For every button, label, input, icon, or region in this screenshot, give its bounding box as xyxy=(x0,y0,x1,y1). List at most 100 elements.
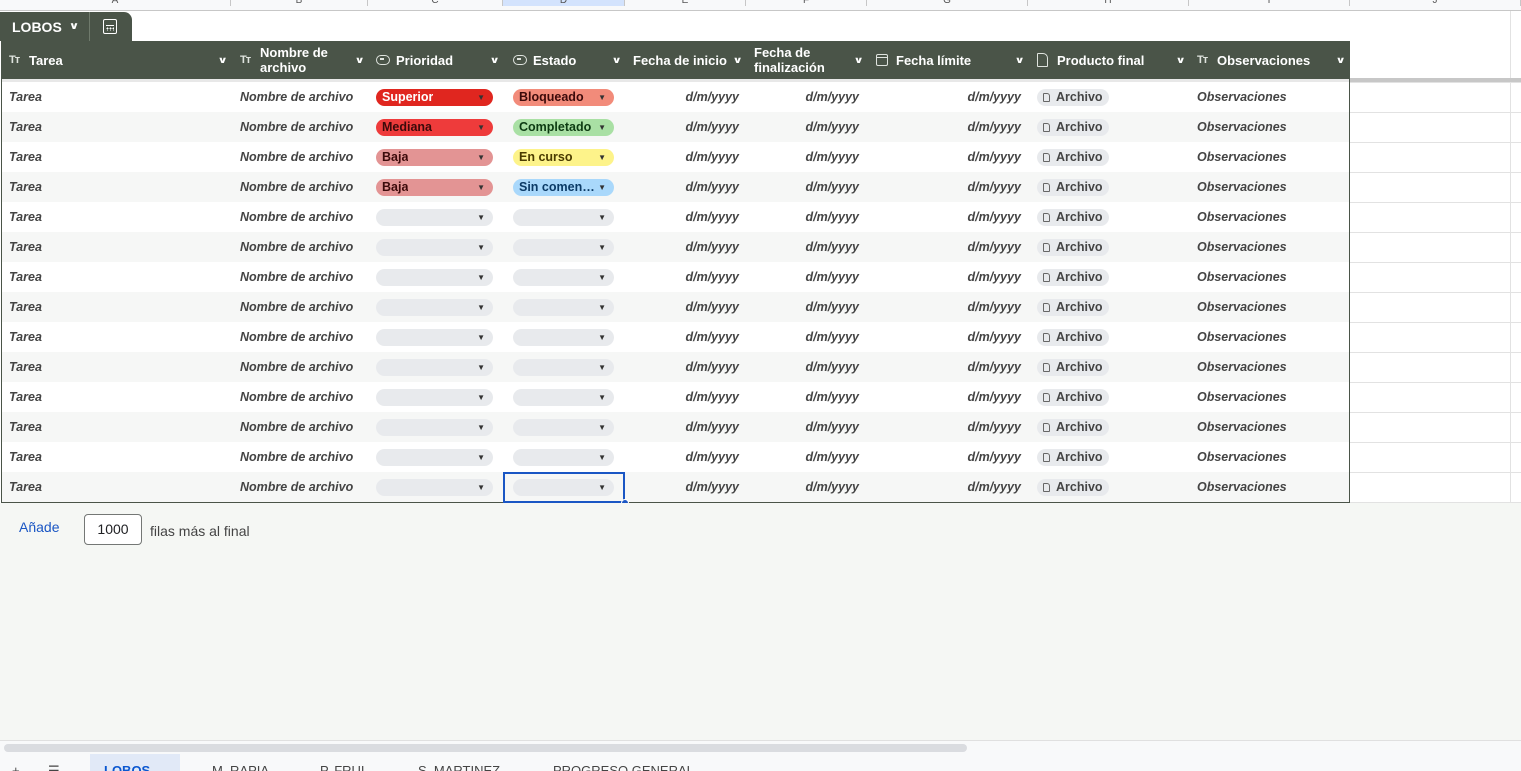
priority-dropdown-chip[interactable]: ▼ xyxy=(376,208,493,226)
column-header-fin[interactable]: Fecha de finalización ∨ xyxy=(754,41,868,79)
cell-fin[interactable]: d/m/yyyy xyxy=(754,412,859,442)
cell-archivo[interactable]: Nombre de archivo xyxy=(240,82,369,112)
cell-estado[interactable]: ▼ xyxy=(513,202,626,232)
cell-prioridad[interactable]: ▼ xyxy=(376,472,504,502)
chevron-down-icon[interactable]: ∨ xyxy=(1175,55,1185,66)
cell-prioridad[interactable]: ▼ xyxy=(376,232,504,262)
cell-estado[interactable]: Sin comen… ▼ xyxy=(513,172,626,202)
cell-prioridad[interactable]: ▼ xyxy=(376,262,504,292)
cell-prioridad[interactable]: ▼ xyxy=(376,292,504,322)
status-dropdown-chip[interactable]: Completado ▼ xyxy=(513,118,614,136)
cell-fin[interactable]: d/m/yyyy xyxy=(754,232,859,262)
cell-prioridad[interactable]: ▼ xyxy=(376,382,504,412)
cell-archivo[interactable]: Nombre de archivo xyxy=(240,442,369,472)
cell-obs[interactable]: Observaciones xyxy=(1197,292,1350,322)
cell-fin[interactable]: d/m/yyyy xyxy=(754,472,859,502)
cell-tarea[interactable]: Tarea xyxy=(9,232,232,262)
cell-archivo[interactable]: Nombre de archivo xyxy=(240,412,369,442)
file-chip[interactable]: Archivo xyxy=(1037,178,1109,196)
status-dropdown-chip[interactable]: ▼ xyxy=(513,388,614,406)
cell-fin[interactable]: d/m/yyyy xyxy=(754,142,859,172)
status-dropdown-chip[interactable]: ▼ xyxy=(513,448,614,466)
priority-dropdown-chip[interactable]: ▼ xyxy=(376,268,493,286)
cell-archivo[interactable]: Nombre de archivo xyxy=(240,472,369,502)
cell-limite[interactable]: d/m/yyyy xyxy=(876,382,1021,412)
chevron-down-icon[interactable]: ∨ xyxy=(217,55,227,66)
cell-limite[interactable]: d/m/yyyy xyxy=(876,262,1021,292)
file-chip[interactable]: Archivo xyxy=(1037,148,1109,166)
cell-inicio[interactable]: d/m/yyyy xyxy=(633,82,739,112)
cell-prioridad[interactable]: Baja ▼ xyxy=(376,172,504,202)
add-sheet-icon[interactable]: + xyxy=(12,763,20,771)
cell-estado[interactable]: ▼ xyxy=(513,322,626,352)
cell-producto[interactable]: Archivo xyxy=(1037,292,1190,322)
cell-estado[interactable]: Bloqueado ▼ xyxy=(513,82,626,112)
cell-inicio[interactable]: d/m/yyyy xyxy=(633,232,739,262)
file-chip[interactable]: Archivo xyxy=(1037,238,1109,256)
cell-obs[interactable]: Observaciones xyxy=(1197,322,1350,352)
priority-dropdown-chip[interactable]: ▼ xyxy=(376,388,493,406)
scrollbar-thumb[interactable] xyxy=(4,744,967,752)
cell-estado[interactable]: ▼ xyxy=(513,442,626,472)
status-dropdown-chip[interactable]: ▼ xyxy=(513,238,614,256)
cell-prioridad[interactable]: Mediana ▼ xyxy=(376,112,504,142)
cell-estado[interactable]: ▼ xyxy=(513,352,626,382)
cell-estado[interactable]: ▼ xyxy=(513,292,626,322)
cell-limite[interactable]: d/m/yyyy xyxy=(876,442,1021,472)
cell-estado[interactable]: ▼ xyxy=(513,262,626,292)
file-chip[interactable]: Archivo xyxy=(1037,388,1109,406)
cell-limite[interactable]: d/m/yyyy xyxy=(876,322,1021,352)
cell-archivo[interactable]: Nombre de archivo xyxy=(240,112,369,142)
cell-tarea[interactable]: Tarea xyxy=(9,322,232,352)
cell-obs[interactable]: Observaciones xyxy=(1197,232,1350,262)
cell-estado[interactable]: ▼ xyxy=(513,412,626,442)
cell-tarea[interactable]: Tarea xyxy=(9,472,232,502)
cell-archivo[interactable]: Nombre de archivo xyxy=(240,352,369,382)
column-header-b[interactable]: B xyxy=(231,0,368,6)
priority-dropdown-chip[interactable]: ▼ xyxy=(376,238,493,256)
cell-producto[interactable]: Archivo xyxy=(1037,142,1190,172)
cell-prioridad[interactable]: ▼ xyxy=(376,322,504,352)
column-header-d[interactable]: D xyxy=(503,0,625,6)
cell-inicio[interactable]: d/m/yyyy xyxy=(633,352,739,382)
chevron-down-icon[interactable]: ∨ xyxy=(1014,55,1024,66)
cell-producto[interactable]: Archivo xyxy=(1037,112,1190,142)
status-dropdown-chip[interactable]: ▼ xyxy=(513,478,614,496)
cell-fin[interactable]: d/m/yyyy xyxy=(754,82,859,112)
column-header-g[interactable]: G xyxy=(867,0,1028,6)
cell-inicio[interactable]: d/m/yyyy xyxy=(633,412,739,442)
priority-dropdown-chip[interactable]: ▼ xyxy=(376,358,493,376)
cell-estado[interactable]: ▼ xyxy=(513,472,626,502)
chevron-down-icon[interactable]: ∨ xyxy=(732,55,742,66)
column-header-inicio[interactable]: Fecha de inicio ∨ xyxy=(633,41,747,79)
cell-limite[interactable]: d/m/yyyy xyxy=(876,82,1021,112)
cell-obs[interactable]: Observaciones xyxy=(1197,112,1350,142)
cell-archivo[interactable]: Nombre de archivo xyxy=(240,232,369,262)
priority-dropdown-chip[interactable]: Baja ▼ xyxy=(376,178,493,196)
status-dropdown-chip[interactable]: ▼ xyxy=(513,268,614,286)
cell-producto[interactable]: Archivo xyxy=(1037,442,1190,472)
priority-dropdown-chip[interactable]: ▼ xyxy=(376,448,493,466)
cell-fin[interactable]: d/m/yyyy xyxy=(754,382,859,412)
cell-tarea[interactable]: Tarea xyxy=(9,352,232,382)
cell-producto[interactable]: Archivo xyxy=(1037,412,1190,442)
cell-archivo[interactable]: Nombre de archivo xyxy=(240,202,369,232)
status-dropdown-chip[interactable]: En curso ▼ xyxy=(513,148,614,166)
cell-inicio[interactable]: d/m/yyyy xyxy=(633,202,739,232)
cell-estado[interactable]: ▼ xyxy=(513,232,626,262)
cell-archivo[interactable]: Nombre de archivo xyxy=(240,292,369,322)
column-header-i[interactable]: I xyxy=(1189,0,1350,6)
add-rows-link[interactable]: Añade xyxy=(19,519,59,535)
cell-prioridad[interactable]: ▼ xyxy=(376,202,504,232)
column-header-archivo[interactable]: Tᴛ Nombre de archivo ∨ xyxy=(240,41,369,79)
cell-fin[interactable]: d/m/yyyy xyxy=(754,112,859,142)
column-header-prioridad[interactable]: Prioridad ∨ xyxy=(376,41,504,79)
cell-fin[interactable]: d/m/yyyy xyxy=(754,172,859,202)
cell-producto[interactable]: Archivo xyxy=(1037,82,1190,112)
cell-tarea[interactable]: Tarea xyxy=(9,262,232,292)
column-header-estado[interactable]: Estado ∨ xyxy=(513,41,626,79)
file-chip[interactable]: Archivo xyxy=(1037,208,1109,226)
cell-limite[interactable]: d/m/yyyy xyxy=(876,112,1021,142)
column-header-h[interactable]: H xyxy=(1028,0,1189,6)
cell-fin[interactable]: d/m/yyyy xyxy=(754,202,859,232)
